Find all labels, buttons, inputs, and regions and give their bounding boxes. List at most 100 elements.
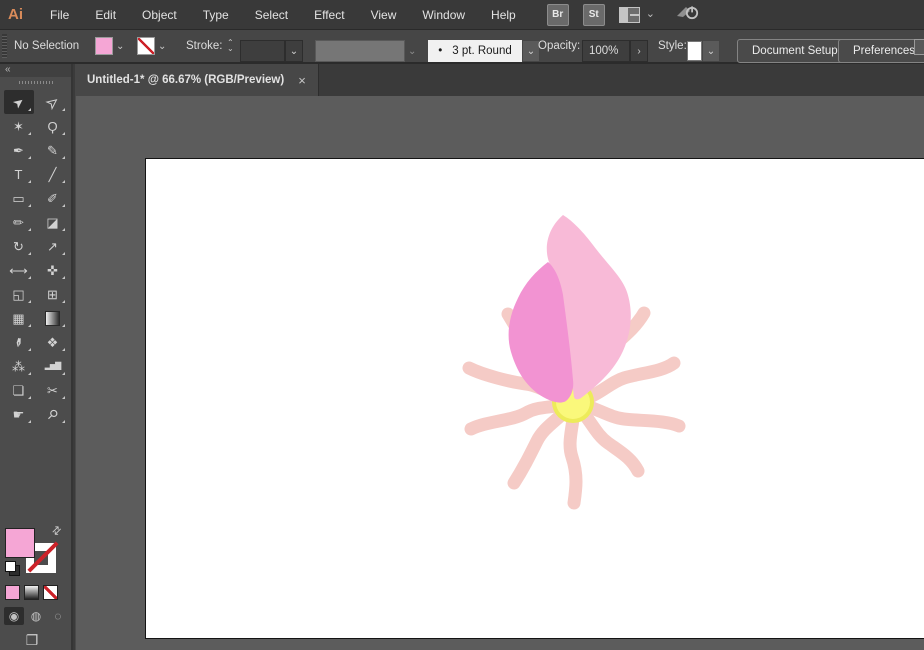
- workspace-icon: [619, 7, 640, 23]
- preferences-label: Preferences: [838, 39, 924, 63]
- chevron-down-icon[interactable]: ⌄: [285, 40, 303, 62]
- blend-tool[interactable]: ❖: [38, 330, 68, 354]
- document-tab-title: Untitled-1* @ 66.67% (RGB/Preview): [87, 74, 284, 86]
- stroke-color-dropdown[interactable]: ⌄: [137, 30, 169, 62]
- magic-wand-icon: ✶: [13, 120, 24, 133]
- menu-object[interactable]: Object: [129, 0, 190, 30]
- perspective-grid-tool[interactable]: ⊞: [38, 282, 68, 306]
- close-icon[interactable]: ×: [298, 74, 306, 87]
- preferences-button[interactable]: Preferences: [838, 35, 924, 67]
- rotate-icon: ↻: [13, 240, 24, 253]
- document-tab[interactable]: Untitled-1* @ 66.67% (RGB/Preview) ×: [75, 64, 319, 96]
- bridge-button[interactable]: Br: [547, 4, 569, 26]
- scale-icon: ↗: [47, 240, 58, 253]
- type-tool[interactable]: T: [4, 162, 34, 186]
- panel-grip[interactable]: [19, 81, 53, 84]
- menu-file[interactable]: File: [37, 0, 82, 30]
- panel-toggle-icon[interactable]: [914, 39, 924, 55]
- lasso-tool[interactable]: Ϙ: [38, 114, 68, 138]
- menu-effect[interactable]: Effect: [301, 0, 357, 30]
- curvature-icon: ✎: [47, 144, 58, 157]
- perspective-grid-icon: ⊞: [47, 288, 58, 301]
- draw-normal-button[interactable]: ◉: [4, 607, 24, 625]
- none-proxy[interactable]: [43, 585, 58, 600]
- menu-edit[interactable]: Edit: [82, 0, 129, 30]
- eyedropper-icon: ✒: [11, 336, 26, 349]
- line-segment-icon: ╱: [49, 168, 57, 181]
- line-segment-tool[interactable]: ╱: [38, 162, 68, 186]
- rectangle-tool[interactable]: ▭: [4, 186, 34, 210]
- opacity-field[interactable]: 100% ›: [582, 35, 648, 67]
- slice-tool[interactable]: ✂: [38, 378, 68, 402]
- opacity-value[interactable]: 100%: [582, 40, 630, 62]
- eraser-tool[interactable]: ◪: [38, 210, 68, 234]
- app-logo[interactable]: Ai: [8, 6, 23, 23]
- control-bar-grip[interactable]: [2, 34, 7, 58]
- artboard-tool[interactable]: ❏: [4, 378, 34, 402]
- pencil-tool[interactable]: ✏: [4, 210, 34, 234]
- draw-inside-button[interactable]: ◌: [48, 607, 68, 625]
- draw-behind-button[interactable]: ◍: [26, 607, 46, 625]
- gradient-tool[interactable]: [38, 306, 68, 330]
- paintbrush-icon: ✐: [47, 192, 58, 205]
- stroke-weight-combo[interactable]: ⌄: [240, 35, 303, 67]
- style-combo[interactable]: ⌄: [687, 35, 720, 67]
- selection-tool[interactable]: ➤: [4, 90, 34, 114]
- rectangle-icon: ▭: [12, 192, 24, 205]
- puppet-warp-tool[interactable]: ✜: [38, 258, 68, 282]
- fill-proxy-swatch[interactable]: [5, 528, 35, 558]
- magic-wand-tool[interactable]: ✶: [4, 114, 34, 138]
- paintbrush-tool[interactable]: ✐: [38, 186, 68, 210]
- brush-definition-combo[interactable]: • 3 pt. Round ⌄: [428, 35, 540, 67]
- puppet-warp-icon: ✜: [47, 264, 58, 277]
- chevron-down-icon: ⌄: [405, 46, 419, 57]
- stock-button[interactable]: St: [583, 4, 605, 26]
- width-profile-combo: ⌄: [315, 35, 419, 67]
- color-proxy[interactable]: [5, 585, 20, 600]
- tool-grid: ➤➤ ✶ Ϙ ✒ ✎ T ╱ ▭ ✐ ✏ ◪ ↻ ↗ ⟷ ✜ ◱ ⊞ ▦ ✒ ❖⁂▂▅▇❏✂☛ ⚲: [0, 90, 71, 426]
- chevron-down-icon[interactable]: ⌄: [702, 40, 720, 62]
- eraser-icon: ◪: [46, 216, 58, 229]
- opacity-arrow-icon[interactable]: ›: [630, 40, 648, 62]
- menu-window[interactable]: Window: [409, 0, 478, 30]
- pen-icon: ✒: [13, 144, 24, 157]
- menu-view[interactable]: View: [358, 0, 410, 30]
- panel-collapse-button[interactable]: «: [0, 64, 71, 77]
- shape-builder-tool[interactable]: ◱: [4, 282, 34, 306]
- hand-tool[interactable]: ☛: [4, 402, 34, 426]
- opacity-label: Opacity:: [538, 30, 580, 62]
- document-tab-bar: Untitled-1* @ 66.67% (RGB/Preview) ×: [75, 64, 924, 96]
- menu-type[interactable]: Type: [190, 0, 242, 30]
- width-icon: ⟷: [9, 264, 28, 277]
- screen-mode-button[interactable]: ❐: [0, 632, 64, 649]
- menu-help[interactable]: Help: [478, 0, 529, 30]
- eyedropper-tool[interactable]: ✒: [4, 330, 34, 354]
- zoom-icon: ⚲: [45, 406, 61, 422]
- workspace-switcher[interactable]: ⌄: [619, 7, 655, 23]
- default-fill-stroke-icon[interactable]: [5, 561, 19, 575]
- zoom-tool[interactable]: ⚲: [38, 402, 68, 426]
- swap-fill-stroke-icon[interactable]: ⇄: [49, 523, 65, 539]
- document-setup-button[interactable]: Document Setup: [737, 35, 853, 67]
- lasso-icon: Ϙ: [47, 120, 57, 133]
- rotate-tool[interactable]: ↻: [4, 234, 34, 258]
- menu-select[interactable]: Select: [242, 0, 301, 30]
- brush-dot-icon: •: [438, 45, 442, 57]
- canvas-pasteboard: [75, 96, 924, 650]
- gpu-performance-icon[interactable]: [675, 3, 701, 26]
- stepper-down-icon[interactable]: ⌄: [227, 46, 234, 52]
- stroke-weight-stepper[interactable]: ⌃ ⌄: [227, 30, 234, 62]
- gradient-proxy[interactable]: [24, 585, 39, 600]
- width-tool[interactable]: ⟷: [4, 258, 34, 282]
- flower-artwork: [146, 159, 924, 638]
- column-graph-tool[interactable]: ▂▅▇: [38, 354, 68, 378]
- chevron-down-icon: ⌄: [155, 41, 169, 52]
- scale-tool[interactable]: ↗: [38, 234, 68, 258]
- color-type-row: [5, 585, 58, 600]
- mesh-tool[interactable]: ▦: [4, 306, 34, 330]
- direct-selection-tool[interactable]: ➤: [38, 90, 68, 114]
- fill-color-dropdown[interactable]: ⌄: [95, 30, 127, 62]
- curvature-tool[interactable]: ✎: [38, 138, 68, 162]
- pen-tool[interactable]: ✒: [4, 138, 34, 162]
- symbol-sprayer-tool[interactable]: ⁂: [4, 354, 34, 378]
